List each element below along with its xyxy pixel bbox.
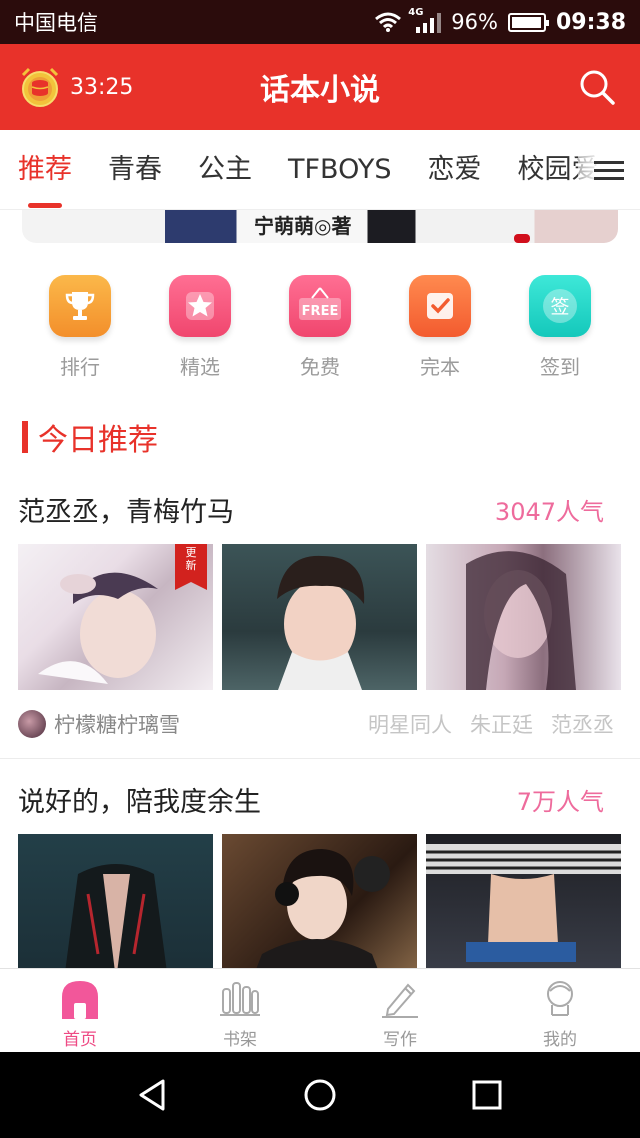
search-icon[interactable] <box>578 68 616 106</box>
banner-carousel[interactable]: 宁萌萌◎著 <box>22 210 618 243</box>
trophy-icon <box>49 275 111 337</box>
popularity-count: 3047人气 <box>494 497 604 526</box>
tag[interactable]: 明星同人 <box>368 709 452 739</box>
status-bar: 中国电信 4G 96% 09:38 <box>0 0 640 44</box>
nav-label: 首页 <box>63 1030 97 1050</box>
sign-in-icon: 签 <box>529 275 591 337</box>
popularity-count: 7万人气 <box>516 787 604 816</box>
nav-label: 我的 <box>543 1030 577 1050</box>
cover-images: 更新 <box>18 544 622 690</box>
nav-write[interactable]: 写作 <box>320 969 480 1052</box>
reading-timer[interactable]: 33:25 <box>0 65 200 109</box>
tag[interactable]: 朱正廷 <box>470 709 533 739</box>
back-icon[interactable] <box>133 1075 173 1115</box>
section-title: 今日推荐 <box>38 423 158 458</box>
quick-action-checkin[interactable]: 签 签到 <box>500 275 620 385</box>
quick-actions: 排行 精选 FREE 免费 完本 签 签到 <box>0 275 640 385</box>
cover-image[interactable] <box>18 834 213 980</box>
battery-icon <box>507 12 549 32</box>
recommendation-title-row: 范丞丞，青梅竹马 3047人气 <box>18 488 604 530</box>
pen-icon <box>382 983 418 1018</box>
system-navigation-bar <box>0 1052 640 1138</box>
network-type: 4G <box>408 7 424 18</box>
wifi-icon <box>375 12 402 32</box>
app-screen: 中国电信 4G 96% 09:38 33:25 话本小说 推荐 青春 公主 TF… <box>0 0 640 1138</box>
cover-image[interactable] <box>222 544 417 690</box>
cover-images <box>18 834 622 980</box>
cover-image[interactable] <box>426 834 621 980</box>
alarm-clock-coin-icon <box>21 67 59 107</box>
quick-action-label: 精选 <box>180 355 220 379</box>
cover-image[interactable] <box>426 544 621 690</box>
bookshelf-icon <box>220 982 260 1016</box>
nav-label: 写作 <box>383 1030 417 1050</box>
home-circle-icon[interactable] <box>300 1075 340 1115</box>
avatar[interactable] <box>18 710 46 738</box>
free-icon-text: FREE <box>302 304 339 319</box>
battery-percent: 96% <box>451 10 498 34</box>
update-badge: 更新 <box>175 544 207 590</box>
status-icons: 4G 96% 09:38 <box>374 7 626 35</box>
checkin-icon-text: 签 <box>550 296 569 318</box>
status-time: 09:38 <box>555 9 626 35</box>
category-tabs: 推荐 青春 公主 TFBOYS 恋爱 校园爱 <box>0 130 640 210</box>
nav-bookshelf[interactable]: 书架 <box>160 969 320 1052</box>
app-header: 33:25 话本小说 <box>0 44 640 130</box>
tab-recommend[interactable]: 推荐 <box>18 130 72 209</box>
home-icon <box>62 981 98 1019</box>
tab-romance[interactable]: 恋爱 <box>427 130 481 209</box>
tabs-menu-icon[interactable] <box>578 130 640 209</box>
quick-action-completed[interactable]: 完本 <box>380 275 500 385</box>
section-accent-bar <box>22 421 28 453</box>
nav-home[interactable]: 首页 <box>0 969 160 1052</box>
timer-text: 33:25 <box>70 74 134 100</box>
book-title: 说好的，陪我度余生 <box>18 786 261 818</box>
cover-image[interactable] <box>222 834 417 980</box>
recommendation-title-row: 说好的，陪我度余生 7万人气 <box>18 778 604 820</box>
tab-princess[interactable]: 公主 <box>198 130 252 209</box>
book-title: 范丞丞，青梅竹马 <box>18 496 234 528</box>
quick-action-featured[interactable]: 精选 <box>140 275 260 385</box>
author-name[interactable]: 柠檬糖柠璃雪 <box>54 709 368 739</box>
cell-signal-icon: 4G <box>408 7 442 33</box>
tag[interactable]: 范丞丞 <box>551 709 614 739</box>
carrier-name: 中国电信 <box>14 11 98 35</box>
quick-action-label: 签到 <box>540 355 580 379</box>
tag-list: 明星同人 朱正廷 范丞丞 <box>368 709 614 739</box>
cover-image[interactable]: 更新 <box>18 544 213 690</box>
section-header: 今日推荐 <box>22 415 158 459</box>
quick-action-label: 排行 <box>60 355 100 379</box>
banner-image-detail <box>514 234 530 243</box>
quick-action-ranking[interactable]: 排行 <box>20 275 140 385</box>
star-icon <box>169 275 231 337</box>
profile-icon <box>547 981 573 1016</box>
tab-youth[interactable]: 青春 <box>108 130 162 209</box>
recent-apps-icon[interactable] <box>467 1075 507 1115</box>
checkmark-book-icon <box>409 275 471 337</box>
quick-action-label: 免费 <box>300 355 340 379</box>
quick-action-label: 完本 <box>420 355 460 379</box>
recommendation-meta: 柠檬糖柠璃雪 明星同人 朱正廷 范丞丞 <box>18 708 614 740</box>
nav-profile[interactable]: 我的 <box>480 969 640 1052</box>
divider <box>0 758 640 759</box>
banner-caption: 宁萌萌◎著 <box>254 214 352 238</box>
tab-tfboys[interactable]: TFBOYS <box>288 130 391 209</box>
bottom-navigation: 首页 书架 写作 我的 <box>0 968 640 1052</box>
quick-action-free[interactable]: FREE 免费 <box>260 275 380 385</box>
free-sign-icon: FREE <box>289 275 351 337</box>
nav-label: 书架 <box>223 1030 257 1050</box>
